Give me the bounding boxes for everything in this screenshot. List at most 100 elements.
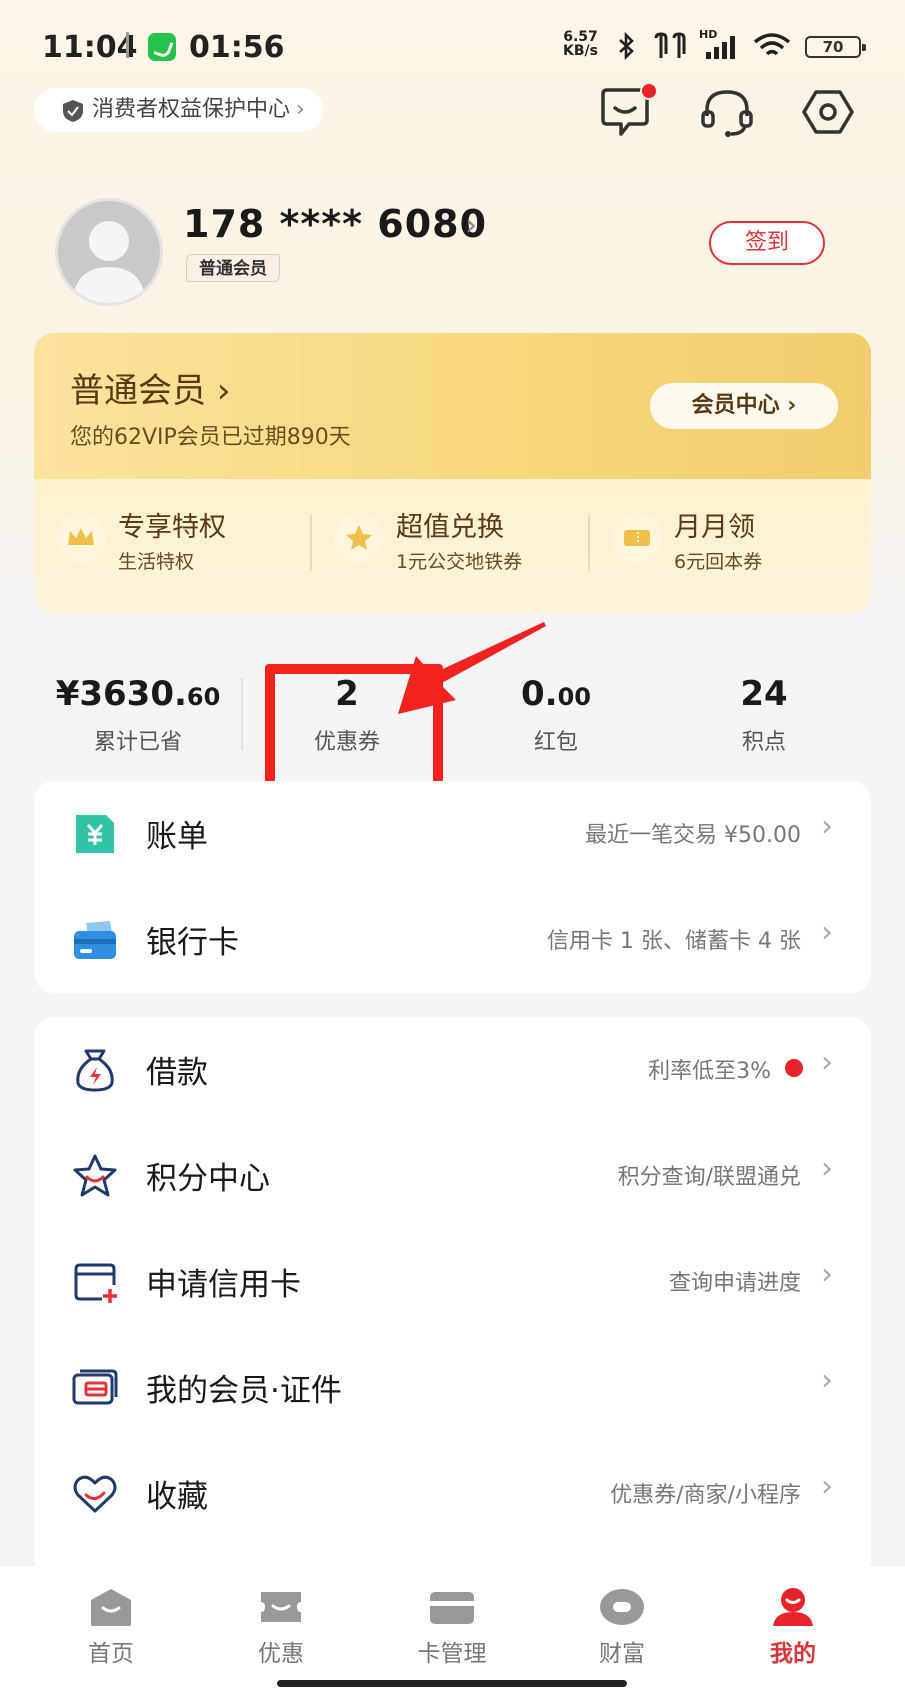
chevron-right-icon: › [296,97,305,122]
unread-message-dot [640,82,658,100]
row-label: 申请信用卡 [146,1267,301,1303]
vip-member-card[interactable]: 普通会员 › 您的62VIP会员已过期890天 会员中心 › 专享特权 生活特权… [34,333,871,613]
row-label: 借款 [146,1055,208,1091]
bill-icon [76,815,114,853]
bank-card-icon [74,921,116,959]
chevron-right-icon: › [821,809,833,844]
stat-divider [241,678,243,750]
nav-tab-mine[interactable]: 我的 [733,1586,853,1668]
perk-subtitle: 1元公交地铁券 [396,551,523,573]
wealth-icon [600,1589,644,1625]
coupon-icon [261,1592,301,1622]
row-description: 查询申请进度 [668,1271,801,1296]
member-center-button[interactable]: 会员中心 › [650,383,838,429]
nav-tab-card-management[interactable]: 卡管理 [392,1586,512,1668]
apply-card-icon [74,1263,117,1303]
clock: 11:04 [42,30,138,65]
perk-title: 专享特权 [118,512,226,543]
list-item-bill[interactable]: 账单 最近一笔交易 ¥50.00 › [34,781,871,887]
chevron-right-icon: › [821,1363,833,1398]
nav-label: 首页 [88,1641,134,1667]
consumer-protection-center-link[interactable]: 消费者权益保护中心 › [34,88,323,132]
chevron-right-icon: › [821,1045,833,1080]
perk-subtitle: 生活特权 [118,551,195,573]
home-indicator[interactable] [277,1680,627,1687]
hd-voice-icon [654,32,686,58]
net-speed-value: 6.57 [563,29,598,45]
row-label: 积分中心 [146,1161,270,1197]
row-label: 银行卡 [146,925,239,961]
notification-dot [785,1059,803,1077]
chevron-right-icon: › [821,1257,833,1292]
list-item-member-documents[interactable]: 我的会员·证件 › [34,1335,871,1441]
user-phone-number[interactable]: 178 **** 6080 [183,202,487,246]
list-item-points-center[interactable]: 积分中心 积分查询/联盟通兑 › [34,1123,871,1229]
stat-total-saved[interactable]: ¥3630.60 累计已省 [38,672,238,756]
settings-icon[interactable] [800,84,856,140]
points-star-icon [73,1154,117,1197]
net-speed-unit: KB/s [563,43,598,59]
member-level-badge: 普通会员 [186,254,280,282]
perk-title: 超值兑换 [396,512,504,543]
nav-tab-deals[interactable]: 优惠 [221,1586,341,1668]
vip-perks-area [34,479,871,613]
card-management-icon [430,1592,474,1624]
list-item-loan[interactable]: 借款 利率低至3% › [34,1017,871,1123]
stat-value: ¥3630.60 [55,674,221,714]
nav-tab-wealth[interactable]: 财富 [562,1586,682,1668]
signal-icon [706,36,735,59]
headset-icon[interactable] [699,84,755,140]
perk-divider [310,515,312,571]
stat-label: 积点 [741,730,786,755]
row-label: 我的会员·证件 [146,1373,342,1409]
phone-call-icon [148,33,176,61]
nav-tab-home[interactable]: 首页 [51,1586,171,1668]
consumer-protection-label: 消费者权益保护中心 [92,97,291,122]
chevron-right-icon: › [216,371,231,411]
battery-indicator: 70 [805,36,866,58]
stat-points[interactable]: 24 积点 [664,672,864,756]
crown-icon [56,513,106,563]
chevron-right-icon: › [821,915,833,950]
stat-label: 红包 [533,730,578,755]
vip-expiry-text: 您的62VIP会员已过期890天 [70,425,351,450]
row-description: 优惠券/商家/小程序 [610,1483,801,1508]
network-speed: 6.57 KB/s [563,30,598,58]
star-icon [334,513,384,563]
shield-icon [63,100,83,122]
list-item-bank-card[interactable]: 银行卡 信用卡 1 张、储蓄卡 4 张 › [34,887,871,993]
nav-label: 我的 [770,1641,816,1667]
favorite-heart-icon [73,1475,117,1513]
call-duration: 01:56 [189,30,285,65]
list-group-bill-cards: 账单 最近一笔交易 ¥50.00 › 银行卡 信用卡 1 张、储蓄卡 4 张 › [34,781,871,993]
ticket-icon [612,513,662,563]
list-item-apply-credit-card[interactable]: 申请信用卡 查询申请进度 › [34,1229,871,1335]
avatar[interactable] [55,198,163,306]
profile-icon [773,1588,813,1626]
row-label: 收藏 [146,1479,208,1515]
nav-label: 财富 [599,1641,645,1667]
row-label: 账单 [146,819,208,855]
list-item-favorites[interactable]: 收藏 优惠券/商家/小程序 › [34,1441,871,1547]
vip-title-text: 普通会员 [70,371,206,411]
row-description: 利率低至3% [648,1059,771,1084]
status-bar: 11:04 01:56 6.57 KB/s HD 70 [0,0,905,94]
stat-label: 累计已省 [93,730,182,755]
member-card-icon [72,1369,118,1405]
list-group-services: 借款 利率低至3% › 积分中心 积分查询/联盟通兑 › 申请信用卡 查询申请进… [34,1017,871,1577]
stat-value: 24 [740,674,788,714]
row-description: 信用卡 1 张、储蓄卡 4 张 [547,929,801,954]
home-icon [91,1589,131,1626]
bluetooth-icon [619,32,634,60]
perk-title: 月月领 [674,512,755,543]
perk-divider [588,515,590,571]
row-description: 积分查询/联盟通兑 [617,1165,801,1190]
chevron-right-icon[interactable]: › [465,208,477,243]
annotation-arrow-icon [398,622,546,714]
checkin-button[interactable]: 签到 [709,221,825,265]
row-description: 最近一笔交易 ¥50.00 [585,823,801,848]
chevron-right-icon: › [821,1469,833,1504]
loan-bag-icon [76,1049,114,1092]
status-separator [126,32,129,58]
vip-title[interactable]: 普通会员 › [70,363,230,412]
